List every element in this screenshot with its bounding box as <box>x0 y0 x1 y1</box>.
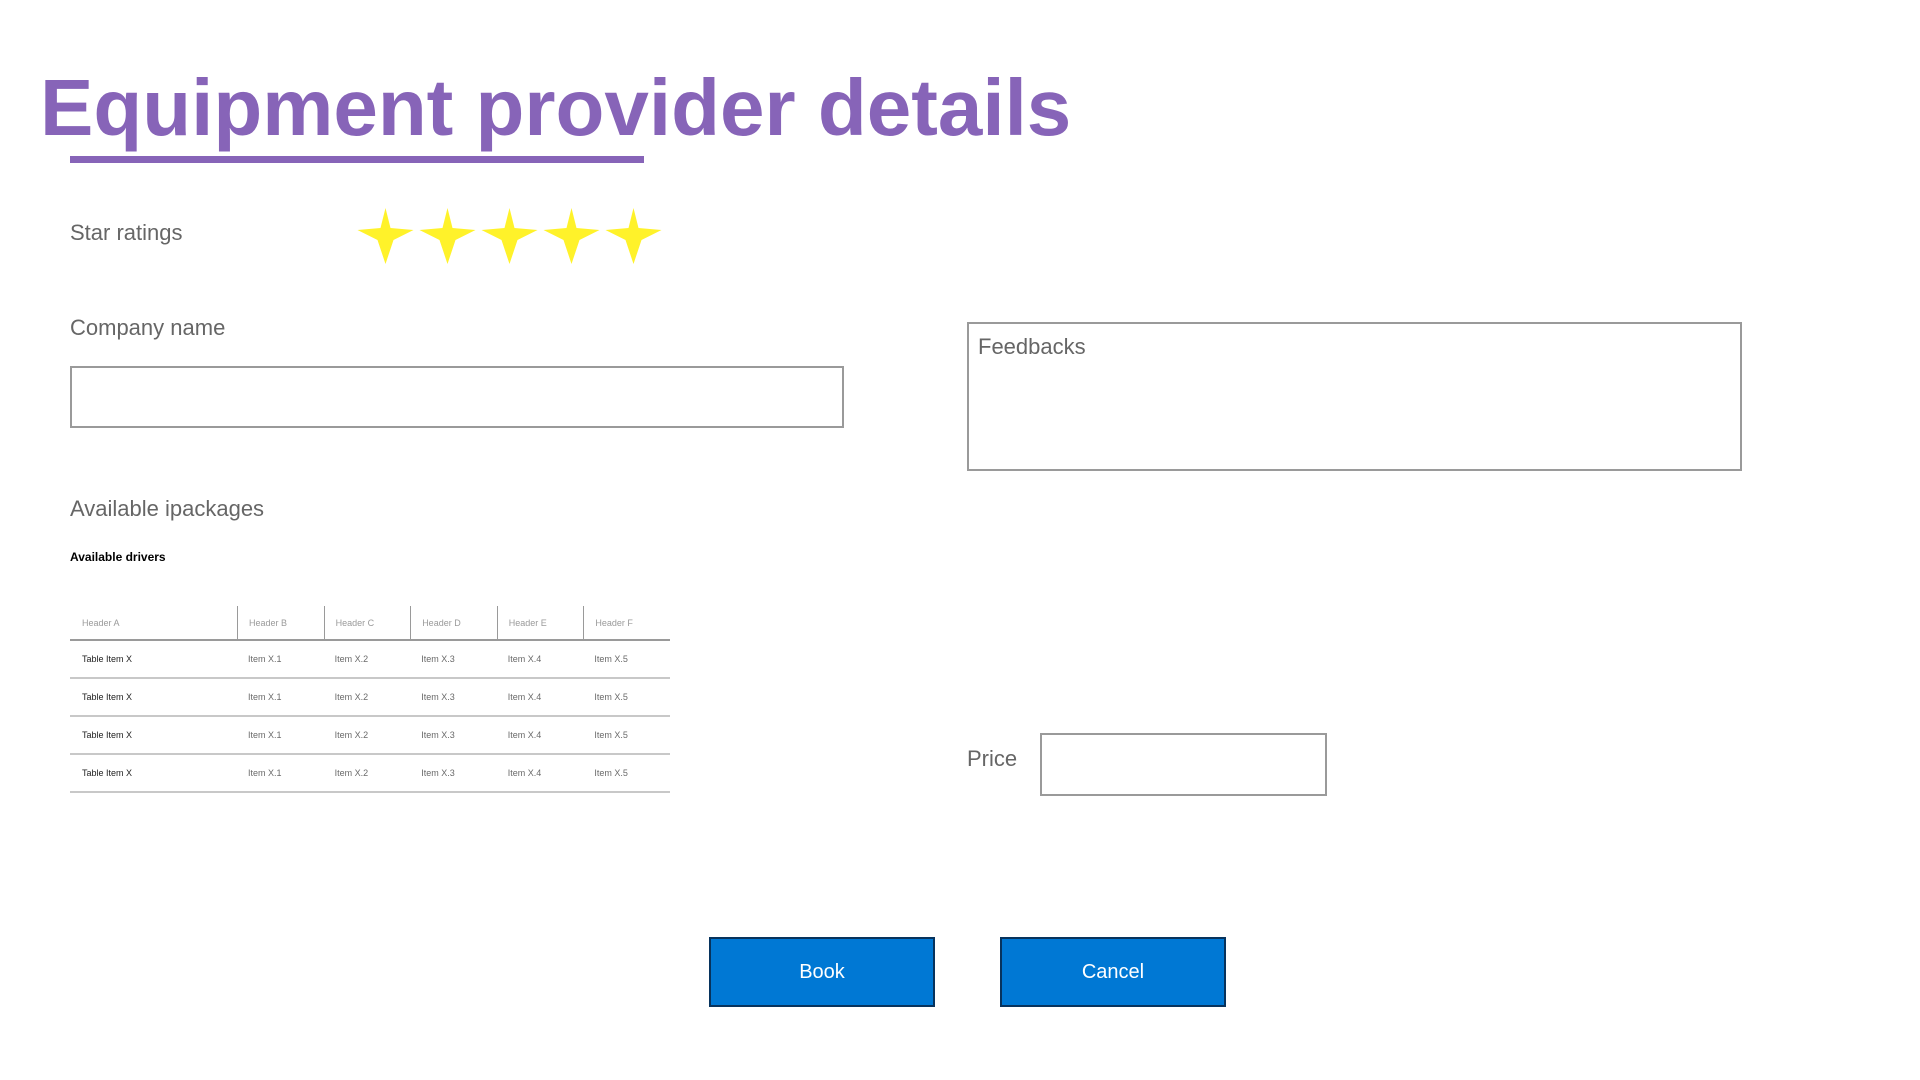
table-header-cell[interactable]: Header A <box>70 606 237 639</box>
table-cell: Item X.1 <box>248 692 282 702</box>
table-row[interactable]: Table Item X Item X.1 Item X.2 Item X.3 … <box>70 679 670 717</box>
drivers-table: Header A Header B Header C Header D Head… <box>70 606 670 793</box>
table-cell: Item X.3 <box>421 768 455 778</box>
table-header-cell[interactable]: Header D <box>410 606 497 639</box>
table-cell: Item X.4 <box>507 730 542 740</box>
table-cell: Table Item X <box>82 768 133 778</box>
table-header-row: Header A Header B Header C Header D Head… <box>70 606 670 641</box>
price-input[interactable] <box>1040 733 1327 796</box>
table-cell: Item X.3 <box>421 654 455 664</box>
page-title: Equipment provider details <box>40 63 1072 152</box>
price-label: Price <box>967 746 1018 771</box>
table-cell: Item X.4 <box>507 654 542 664</box>
feedback-textarea[interactable]: Feedbacks <box>967 322 1742 471</box>
table-cell: Table Item X <box>82 730 133 740</box>
star-icon[interactable] <box>603 206 664 266</box>
table-cell: Item X.5 <box>594 654 628 664</box>
table-row[interactable]: Table Item X Item X.1 Item X.2 Item X.3 … <box>70 717 670 755</box>
feedback-placeholder: Feedbacks <box>978 334 1086 359</box>
table-cell: Item X.1 <box>248 768 282 778</box>
page: Equipment provider details Star ratings … <box>0 0 1920 1080</box>
table-cell: Item X.1 <box>248 654 282 664</box>
star-ratings-label: Star ratings <box>70 220 183 245</box>
book-button[interactable]: Book <box>709 937 935 1007</box>
table-cell: Item X.5 <box>594 692 628 702</box>
table-cell: Item X.4 <box>507 768 542 778</box>
table-row[interactable]: Table Item X Item X.1 Item X.2 Item X.3 … <box>70 641 670 679</box>
table-cell: Item X.3 <box>421 730 455 740</box>
table-header-cell[interactable]: Header C <box>323 606 411 639</box>
table-cell: Item X.5 <box>594 730 628 740</box>
table-cell: Table Item X <box>82 654 133 664</box>
star-icon[interactable] <box>417 206 478 266</box>
table-cell: Item X.1 <box>248 730 282 740</box>
table-cell: Item X.3 <box>421 692 455 702</box>
star-icon[interactable] <box>355 206 416 266</box>
table-cell: Item X.2 <box>334 768 369 778</box>
available-packages-label: Available ipackages <box>70 496 265 521</box>
table-cell: Item X.4 <box>507 692 542 702</box>
star-icon[interactable] <box>479 206 540 266</box>
table-header-cell[interactable]: Header E <box>496 606 584 639</box>
star-rating[interactable] <box>355 206 664 266</box>
table-cell: Table Item X <box>82 692 133 702</box>
table-header-cell[interactable]: Header F <box>583 606 670 639</box>
table-cell: Item X.2 <box>334 730 369 740</box>
star-icon[interactable] <box>541 206 602 266</box>
table-cell: Item X.2 <box>334 692 369 702</box>
available-drivers-title: Available drivers <box>70 550 166 564</box>
company-name-input[interactable] <box>70 366 844 428</box>
table-row[interactable]: Table Item X Item X.1 Item X.2 Item X.3 … <box>70 755 670 793</box>
cancel-button[interactable]: Cancel <box>1000 937 1226 1007</box>
company-name-label: Company name <box>70 315 226 340</box>
table-cell: Item X.5 <box>594 768 628 778</box>
table-cell: Item X.2 <box>334 654 369 664</box>
title-underline <box>70 156 644 163</box>
table-header-cell[interactable]: Header B <box>237 606 324 639</box>
